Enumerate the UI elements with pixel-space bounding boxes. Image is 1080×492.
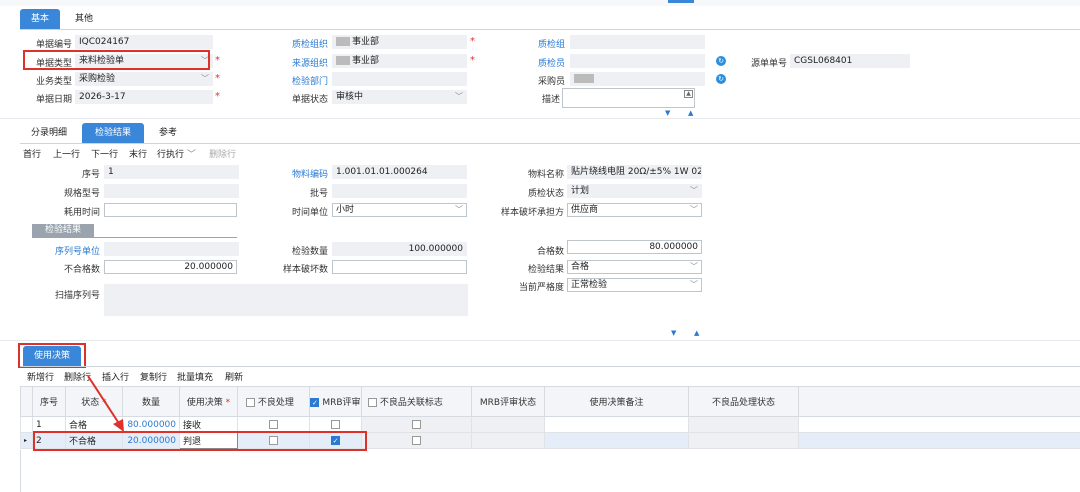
- annotation-arrow: [87, 375, 124, 432]
